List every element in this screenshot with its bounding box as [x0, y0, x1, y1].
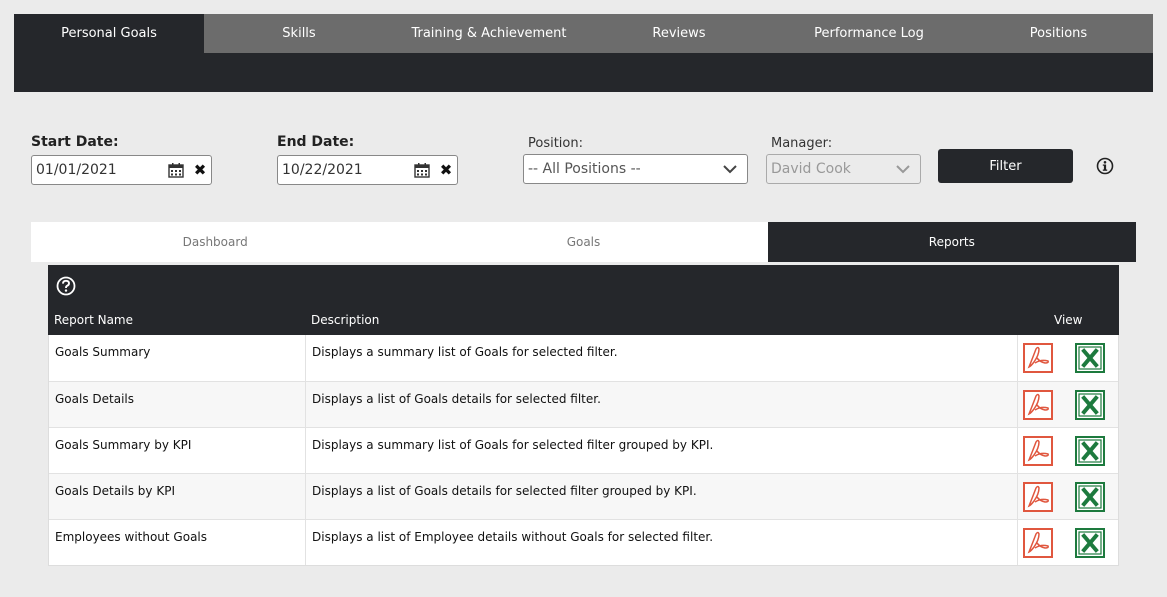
report-description: Displays a summary list of Goals for sel…: [306, 428, 1018, 473]
tab-performance-log[interactable]: Performance Log: [774, 14, 964, 53]
manager-select: David Cook: [766, 154, 921, 184]
view-actions: [1018, 382, 1118, 427]
table-row: Goals Details Displays a list of Goals d…: [49, 381, 1118, 427]
reports-table: Report Name Description View Goals Summa…: [48, 265, 1119, 566]
filter-button[interactable]: Filter: [938, 149, 1073, 183]
position-select-value: -- All Positions --: [528, 161, 641, 177]
chevron-down-icon: [719, 164, 741, 174]
calendar-icon[interactable]: [167, 162, 185, 178]
tab-skills[interactable]: Skills: [204, 14, 394, 53]
report-name: Employees without Goals: [49, 520, 306, 565]
start-date-label: Start Date:: [31, 134, 119, 150]
report-name: Goals Summary: [49, 335, 306, 381]
subtab-dashboard[interactable]: Dashboard: [31, 222, 399, 262]
report-name: Goals Details by KPI: [49, 474, 306, 519]
chevron-down-icon: [892, 164, 914, 174]
column-report-name: Report Name: [54, 313, 133, 327]
calendar-icon[interactable]: [413, 162, 431, 178]
report-description: Displays a list of Employee details with…: [306, 520, 1018, 565]
start-date-value[interactable]: 01/01/2021: [36, 162, 167, 178]
pdf-download-icon[interactable]: [1023, 343, 1053, 373]
view-actions: [1018, 474, 1118, 519]
start-date-field[interactable]: 01/01/2021 ✖: [31, 155, 212, 185]
tab-positions[interactable]: Positions: [964, 14, 1153, 53]
excel-download-icon[interactable]: [1075, 481, 1105, 512]
sub-tabs: Dashboard Goals Reports: [31, 222, 1136, 262]
pdf-download-icon[interactable]: [1023, 481, 1053, 512]
tab-personal-goals[interactable]: Personal Goals: [14, 14, 204, 53]
info-icon[interactable]: [1096, 157, 1114, 175]
report-name: Goals Summary by KPI: [49, 428, 306, 473]
tab-reviews[interactable]: Reviews: [584, 14, 774, 53]
pdf-download-icon[interactable]: [1023, 435, 1053, 466]
pdf-download-icon[interactable]: [1023, 389, 1053, 420]
manager-select-value: David Cook: [771, 161, 851, 177]
subtab-goals[interactable]: Goals: [399, 222, 767, 262]
table-row: Goals Summary by KPI Displays a summary …: [49, 427, 1118, 473]
report-description: Displays a summary list of Goals for sel…: [306, 335, 1018, 381]
end-date-field[interactable]: 10/22/2021 ✖: [277, 155, 458, 185]
view-actions: [1018, 428, 1118, 473]
end-date-value[interactable]: 10/22/2021: [282, 162, 413, 178]
table-row: Goals Details by KPI Displays a list of …: [49, 473, 1118, 519]
top-navigation: Personal Goals Skills Training & Achieve…: [14, 14, 1153, 92]
excel-download-icon[interactable]: [1075, 435, 1105, 466]
manager-label: Manager:: [771, 136, 833, 151]
reports-table-body: Goals Summary Displays a summary list of…: [48, 335, 1119, 566]
clear-x-icon[interactable]: ✖: [193, 161, 207, 179]
help-circle-icon[interactable]: [56, 276, 76, 296]
excel-download-icon[interactable]: [1075, 343, 1105, 373]
table-row: Employees without Goals Displays a list …: [49, 519, 1118, 565]
clear-x-icon[interactable]: ✖: [439, 161, 453, 179]
column-view: View: [1054, 313, 1083, 327]
main-tabs: Personal Goals Skills Training & Achieve…: [14, 14, 1153, 53]
position-label: Position:: [528, 136, 583, 151]
view-actions: [1018, 335, 1118, 381]
pdf-download-icon[interactable]: [1023, 527, 1053, 558]
reports-table-header: Report Name Description View: [48, 265, 1119, 335]
view-actions: [1018, 520, 1118, 565]
report-description: Displays a list of Goals details for sel…: [306, 474, 1018, 519]
subtab-reports[interactable]: Reports: [767, 222, 1136, 262]
excel-download-icon[interactable]: [1075, 527, 1105, 558]
end-date-label: End Date:: [277, 134, 355, 150]
report-description: Displays a list of Goals details for sel…: [306, 382, 1018, 427]
report-name: Goals Details: [49, 382, 306, 427]
excel-download-icon[interactable]: [1075, 389, 1105, 420]
tab-training-achievement[interactable]: Training & Achievement: [394, 14, 584, 53]
position-select[interactable]: -- All Positions --: [523, 154, 748, 184]
table-row: Goals Summary Displays a summary list of…: [49, 335, 1118, 381]
column-description: Description: [311, 313, 380, 327]
